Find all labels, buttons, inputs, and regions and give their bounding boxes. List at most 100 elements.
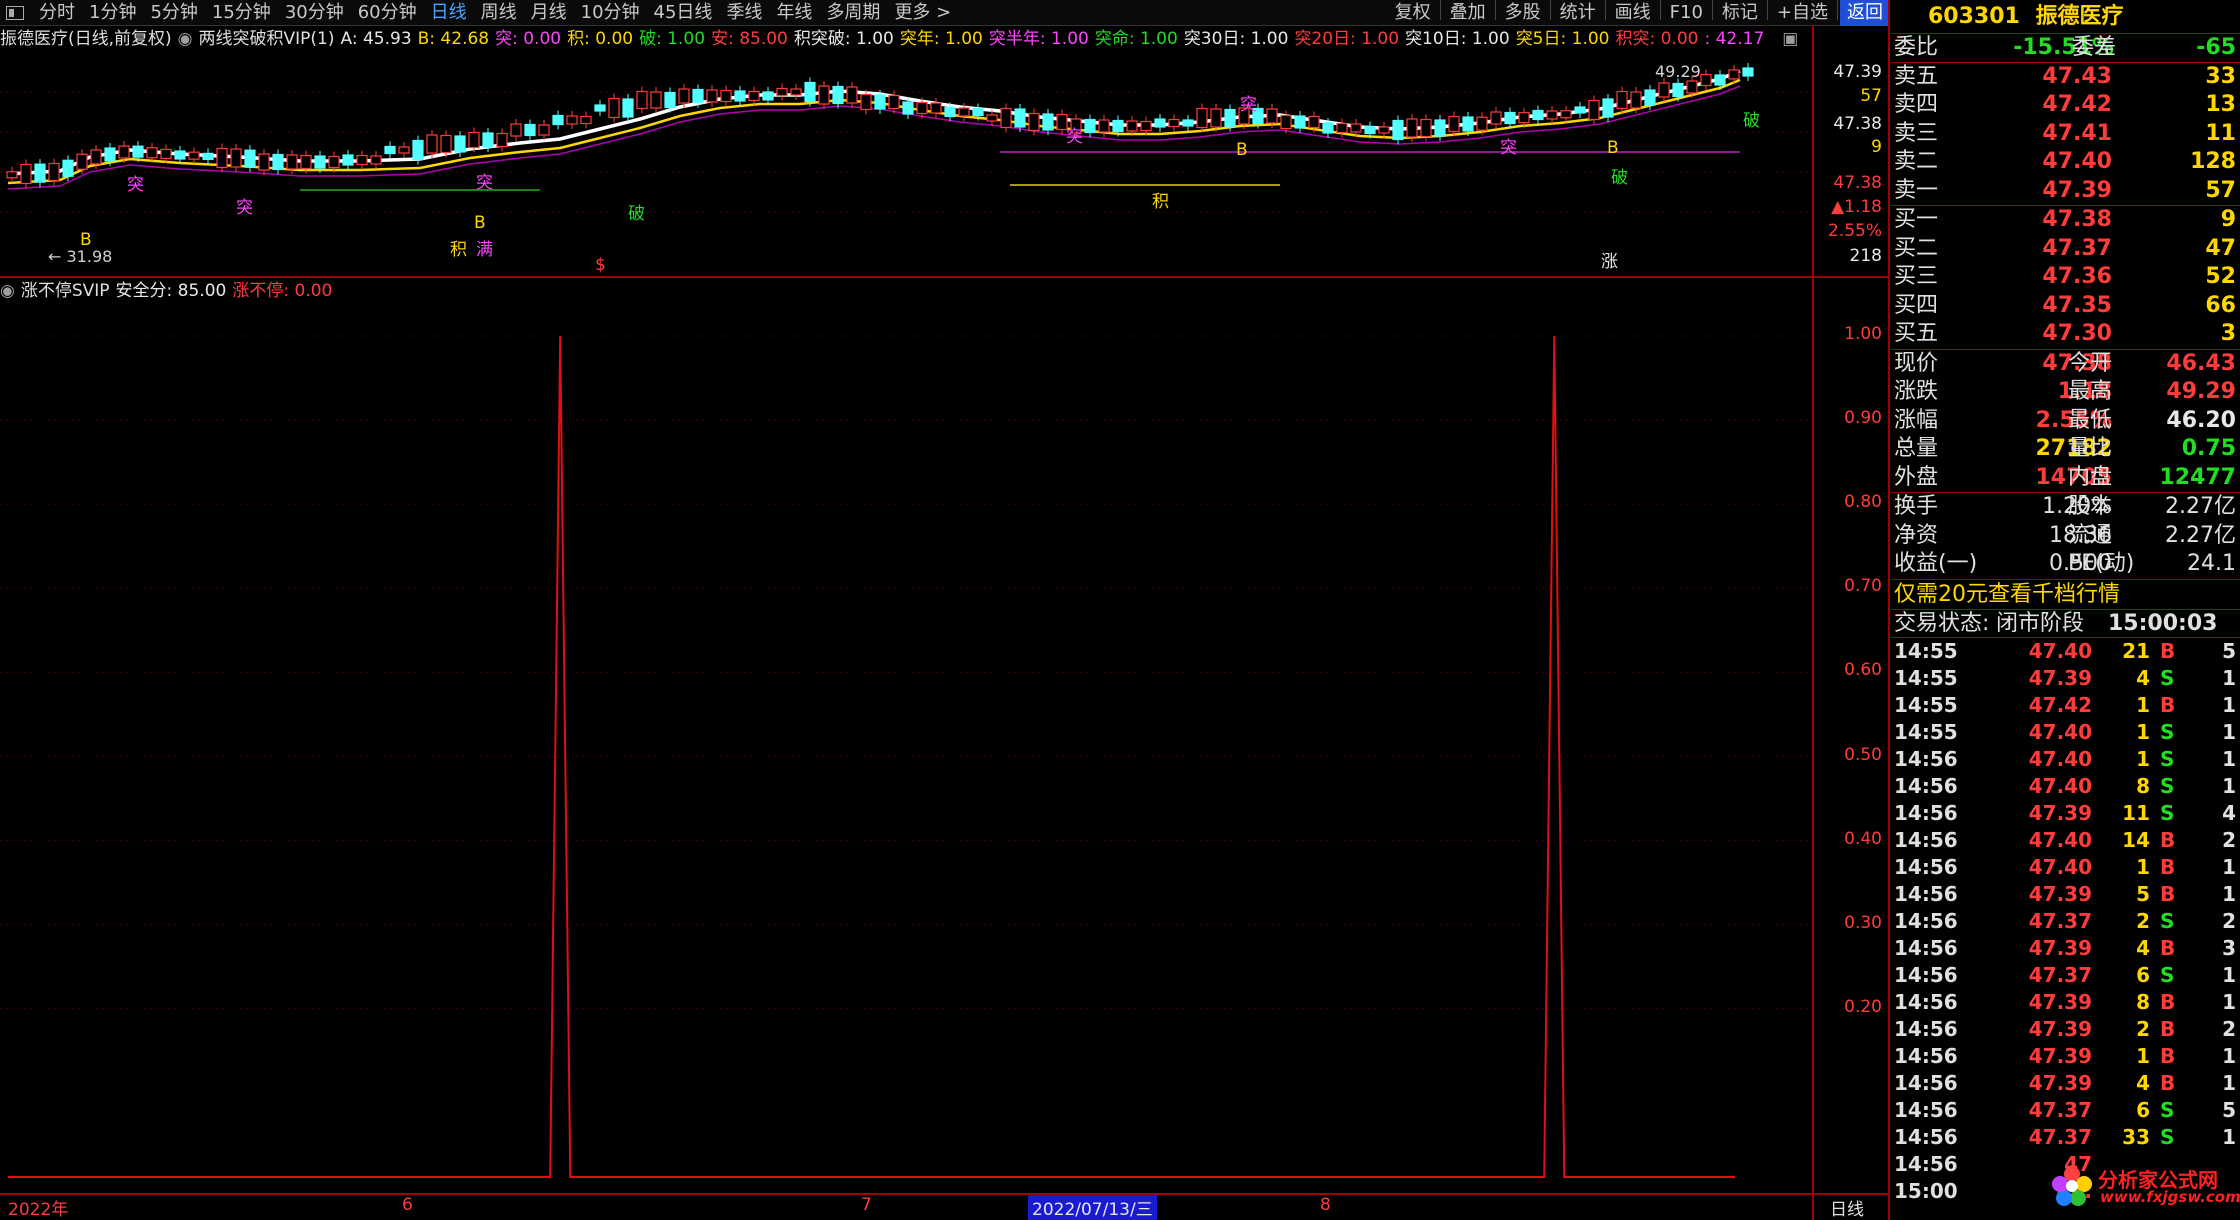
buy-order-row[interactable]: 买三 47.36 52 [1892,263,2240,292]
tick-row[interactable]: 14:56 47.40 1 S 1 [1892,746,2240,773]
tick-direction: S [2160,1125,2175,1149]
toolbar-action-6[interactable]: 标记 [1715,0,1765,26]
period-tab-14[interactable]: 更多 > [887,0,958,26]
panel-close-icon[interactable]: ▣ [1782,27,1798,51]
toolbar-action-1[interactable]: 叠加 [1443,0,1493,26]
tick-row[interactable]: 14:56 47.39 4 B 1 [1892,1070,2240,1097]
tick-row[interactable]: 14:56 47.40 8 S 1 [1892,773,2240,800]
fundamental-row[interactable]: 换手 1.20% 股本 2.27亿 [1892,493,2240,522]
fundamental-row[interactable]: 收益(一) 0.500 PE(动) 24.1 [1892,550,2240,579]
tick-time: 14:56 [1894,963,1958,987]
tick-direction: B [2160,990,2176,1014]
tick-row[interactable]: 14:56 47.39 1 B 1 [1892,1043,2240,1070]
tick-row[interactable]: 14:56 47.40 14 B 2 [1892,827,2240,854]
fundamental-row[interactable]: 净资 18.36 流通 2.27亿 [1892,522,2240,551]
tick-row[interactable]: 14:56 47.37 33 S 1 [1892,1124,2240,1151]
toolbar-separator [1604,0,1606,20]
toolbar-action-2[interactable]: 多股 [1498,0,1548,26]
period-tab-12[interactable]: 年线 [769,0,819,26]
candle-body [314,155,326,169]
kline-chart[interactable]: 突突突BB积 满破$突积突B 突 B破涨破49.29← 31.98 [0,52,1812,275]
tick-row[interactable]: 14:56 47.39 4 B 3 [1892,935,2240,962]
tick-row[interactable]: 14:56 47.37 6 S 1 [1892,962,2240,989]
indicator-toggle-icon[interactable]: ◉ [178,27,193,51]
buy-order-row[interactable]: 买五 47.30 3 [1892,320,2240,349]
tick-row[interactable]: 14:56 47.39 2 B 2 [1892,1016,2240,1043]
flower-logo-icon [2052,1166,2092,1206]
tick-direction: B [2160,1071,2176,1095]
candle-body [888,94,900,110]
indicator-chart[interactable] [0,300,1812,1195]
buy-order-row[interactable]: 买二 47.37 47 [1892,235,2240,264]
period-toolbar: 分时 1分钟 5分钟 15分钟 30分钟 60分钟 日线 周线 月线 10分钟 45日线 季线 年线 多周… [0,0,1890,26]
tick-row[interactable]: 14:56 47.39 8 B 1 [1892,989,2240,1016]
period-tab-8[interactable]: 月线 [524,0,574,26]
tick-row[interactable]: 14:55 47.39 4 S 1 [1892,665,2240,692]
candle-body [1392,119,1404,141]
sell-order-row[interactable]: 卖三 47.41 11 [1892,120,2240,149]
period-tab-10[interactable]: 45日线 [647,0,720,26]
period-tab-0[interactable]: 分时 [32,0,82,26]
sell-order-row[interactable]: 卖一 47.39 57 [1892,177,2240,206]
buy-order-row[interactable]: 买四 47.35 66 [1892,292,2240,321]
signal-label: 突 [1066,127,1083,147]
candle-body [62,159,74,177]
toolbar-action-8[interactable]: 返回 [1840,0,1890,26]
stat-row[interactable]: 总量 27182 量比 0.75 [1892,435,2240,464]
tick-row[interactable]: 14:56 47.39 5 B 1 [1892,881,2240,908]
tick-row[interactable]: 14:56 47.39 11 S 4 [1892,800,2240,827]
buy-order-row[interactable]: 买一 47.38 9 [1892,206,2240,235]
indicator-name[interactable]: 两线突破积VIP(1) [199,27,335,51]
stat-row[interactable]: 现价 47.38 今开 46.43 [1892,350,2240,379]
period-tab-7[interactable]: 周线 [474,0,524,26]
candle-body [1294,115,1306,129]
period-tab-5[interactable]: 60分钟 [351,0,424,26]
period-tab-13[interactable]: 多周期 [819,0,887,26]
tick-direction: S [2160,720,2175,744]
toolbar-action-3[interactable]: 统计 [1553,0,1603,26]
toolbar-action-7[interactable]: +自选 [1770,0,1835,26]
tick-row[interactable]: 14:56 47.37 2 S 2 [1892,908,2240,935]
candle-body [300,154,312,170]
tick-count: 2 [2222,909,2236,933]
period-tab-2[interactable]: 5分钟 [143,0,204,26]
tick-row[interactable]: 14:56 47.37 6 S 5 [1892,1097,2240,1124]
date-axis-label: 7 [861,1195,872,1215]
tick-row[interactable]: 14:55 47.40 1 S 1 [1892,719,2240,746]
tick-volume: 4 [2136,666,2150,690]
period-tab-4[interactable]: 30分钟 [278,0,351,26]
period-tab-1[interactable]: 1分钟 [82,0,143,26]
tick-row[interactable]: 14:55 47.42 1 B 1 [1892,692,2240,719]
tick-volume: 33 [2122,1125,2150,1149]
candle-body [1686,80,1698,94]
candle-body [1308,115,1320,129]
window-layout-icon[interactable] [6,5,24,20]
tick-row[interactable]: 14:56 47.40 1 B 1 [1892,854,2240,881]
stat-row[interactable]: 涨跌 1.18 最高 49.29 [1892,378,2240,407]
tick-direction: B [2160,1017,2176,1041]
period-tab-11[interactable]: 季线 [719,0,769,26]
candle-body [1588,99,1600,121]
toolbar-action-4[interactable]: 画线 [1608,0,1658,26]
sell-order-row[interactable]: 卖四 47.42 13 [1892,91,2240,120]
period-tab-9[interactable]: 10分钟 [574,0,647,26]
toolbar-separator [1711,0,1713,20]
stat-row[interactable]: 涨幅 2.55% 最低 46.20 [1892,407,2240,436]
tick-count: 2 [2222,1017,2236,1041]
toolbar-action-5[interactable]: F10 [1663,0,1710,26]
order-volume: 13 [2205,92,2236,117]
tick-time: 14:56 [1894,1017,1958,1041]
period-tab-3[interactable]: 15分钟 [205,0,278,26]
sell-order-row[interactable]: 卖二 47.40 128 [1892,148,2240,177]
tick-price: 47.39 [2028,801,2092,825]
indicator-tick-label: 0.80 [1844,492,1882,513]
candle-body [216,147,228,169]
period-tab-6[interactable]: 日线 [424,0,474,26]
toolbar-action-0[interactable]: 复权 [1388,0,1438,26]
tick-direction: B [2160,882,2176,906]
tick-list[interactable]: 14:55 47.40 21 B 5 14:55 47.39 4 S 1 14:55 47.42 1 B 1… [1892,638,2240,1205]
stat-row[interactable]: 外盘 14705 内盘 12477 [1892,464,2240,493]
sell-order-row[interactable]: 卖五 47.43 33 [1892,63,2240,92]
promo-banner[interactable]: 仅需20元查看千档行情 [1892,580,2240,610]
tick-row[interactable]: 14:55 47.40 21 B 5 [1892,638,2240,665]
